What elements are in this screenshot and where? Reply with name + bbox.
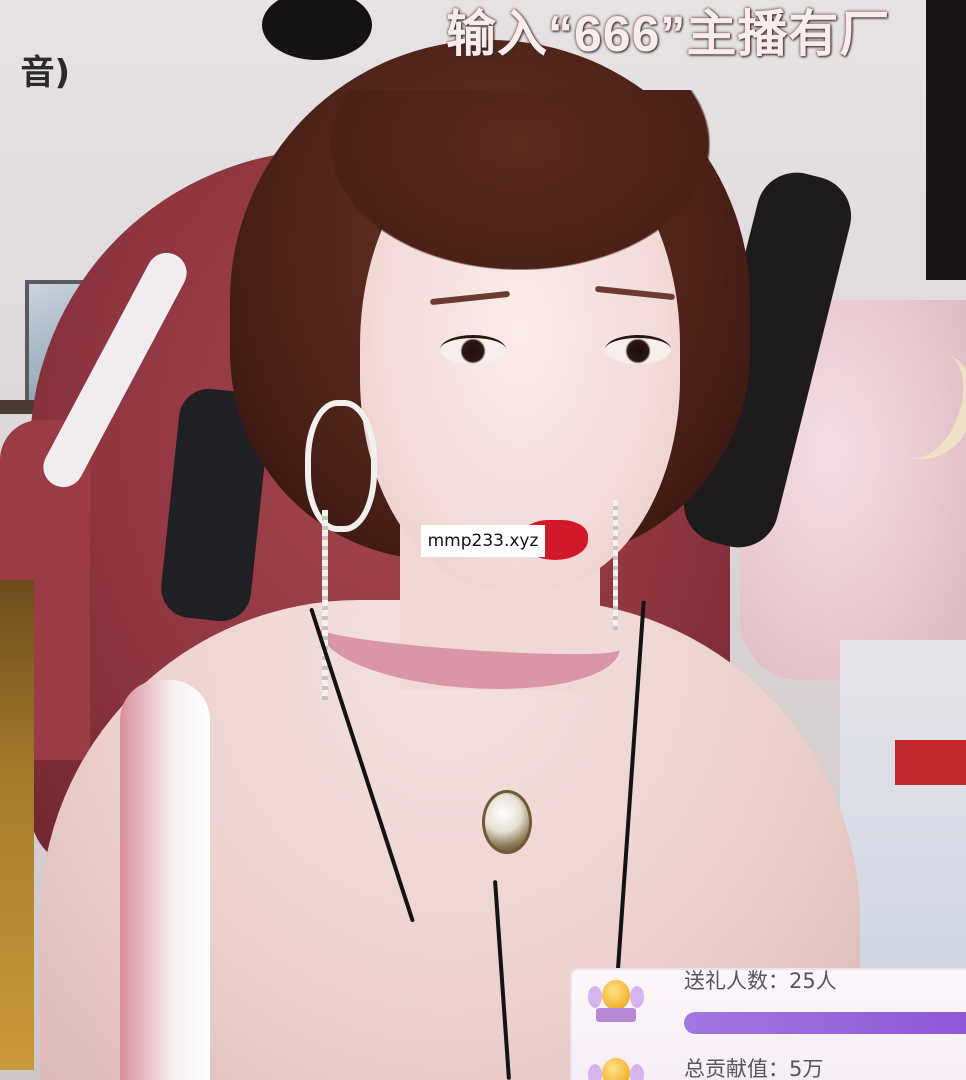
top-left-caption: 音) bbox=[20, 53, 70, 93]
trophy-icon bbox=[588, 972, 644, 1028]
gift-stats-panel[interactable]: 送礼人数：25人 总贡献值：5万 bbox=[570, 968, 966, 1080]
contribution-progress-bar bbox=[684, 1012, 966, 1034]
right-earring-chain bbox=[613, 500, 618, 630]
streamer-bangs bbox=[330, 90, 710, 270]
live-stream-frame: 输入“666”主播有厂 音) mmp233.xyz 送礼人数：25人 总贡献值：… bbox=[0, 0, 966, 1080]
medal-icon bbox=[588, 1050, 644, 1080]
left-side-video-strip bbox=[0, 580, 34, 1070]
dress-strap bbox=[120, 680, 210, 1080]
left-eye bbox=[440, 335, 506, 364]
contribution-progress-fill bbox=[684, 1012, 966, 1034]
danmaku-banner: 输入“666”主播有厂 bbox=[446, 6, 891, 62]
gift-senders-label: 送礼人数：25人 bbox=[684, 969, 837, 993]
total-contribution-label: 总贡献值：5万 bbox=[684, 1057, 824, 1080]
pearl-pendant bbox=[482, 790, 532, 854]
left-earring bbox=[305, 400, 377, 532]
red-object bbox=[895, 740, 966, 785]
left-earring-chain bbox=[322, 510, 328, 700]
right-eye bbox=[605, 335, 671, 364]
site-watermark: mmp233.xyz bbox=[421, 525, 545, 557]
